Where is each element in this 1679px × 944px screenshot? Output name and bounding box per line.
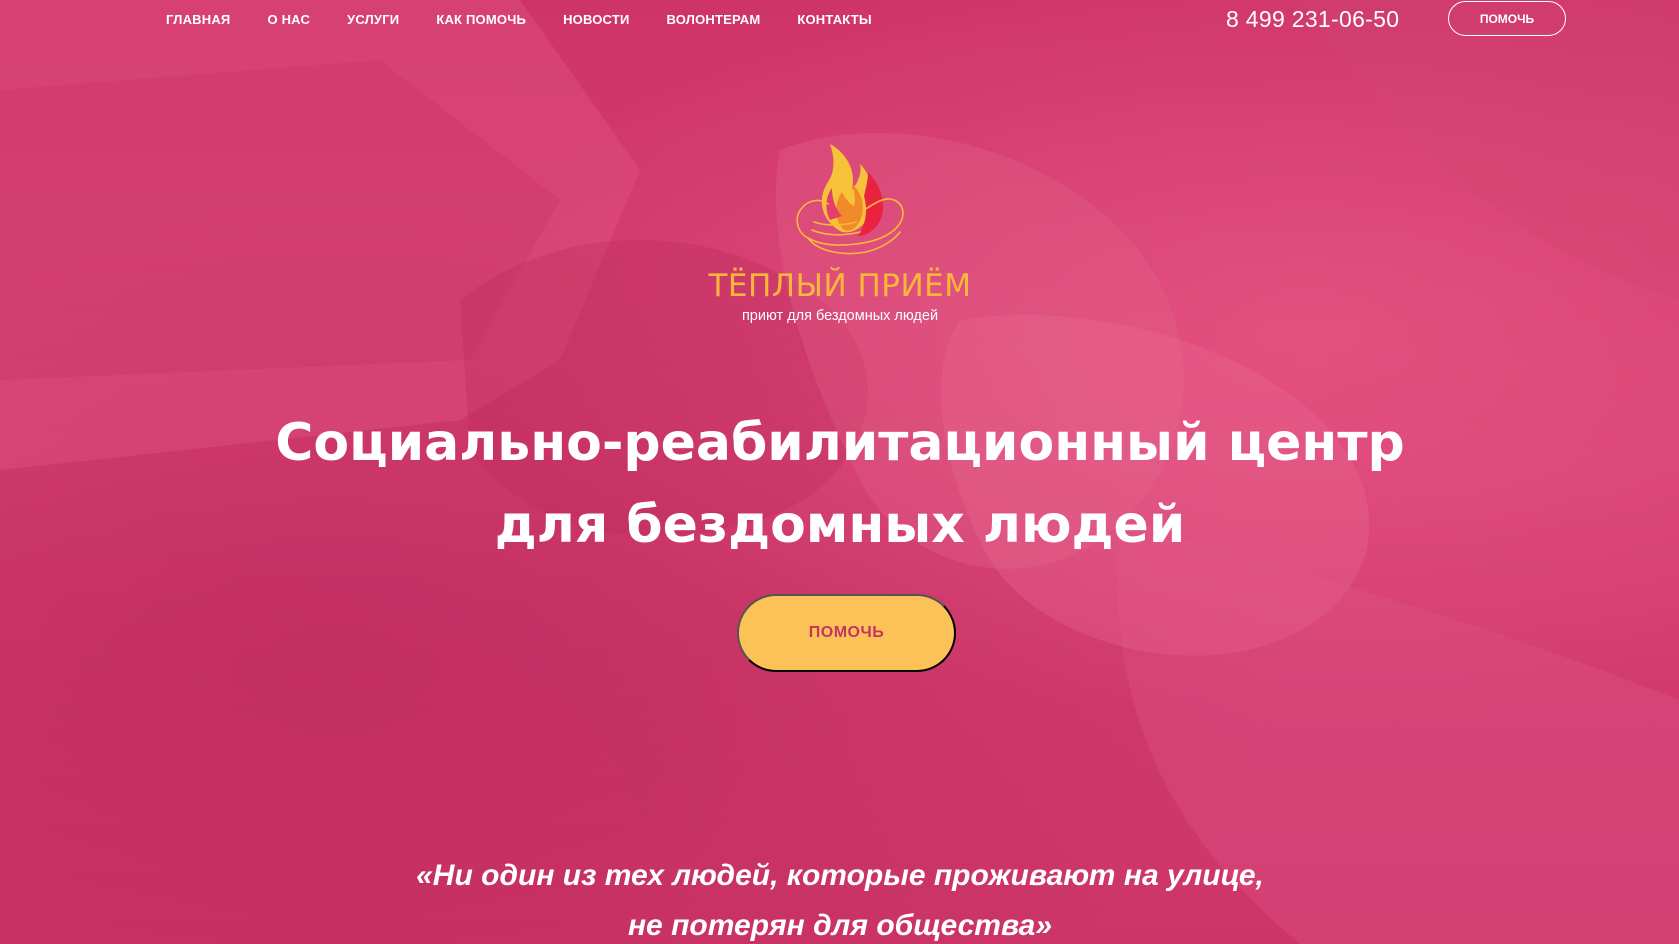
nav-link-home[interactable]: ГЛАВНАЯ xyxy=(166,12,230,27)
nav-links: ГЛАВНАЯ О НАС УСЛУГИ КАК ПОМОЧЬ НОВОСТИ … xyxy=(166,12,909,27)
flame-in-hands-icon xyxy=(796,144,904,255)
hero-heading-line-1: Социально-реабилитационный центр xyxy=(275,413,1405,473)
nav-link-services[interactable]: УСЛУГИ xyxy=(347,12,399,27)
nav-link-how-to-help[interactable]: КАК ПОМОЧЬ xyxy=(436,12,526,27)
phone-number[interactable]: 8 499 231-06-50 xyxy=(1226,6,1399,33)
hero-quote-line-1: «Ни один из тех людей, которые проживают… xyxy=(416,859,1264,892)
hero-quote: «Ни один из тех людей, которые проживают… xyxy=(240,851,1440,944)
nav-link-news[interactable]: НОВОСТИ xyxy=(563,12,629,27)
top-navigation: ГЛАВНАЯ О НАС УСЛУГИ КАК ПОМОЧЬ НОВОСТИ … xyxy=(0,0,1679,44)
help-button-header[interactable]: ПОМОЧЬ xyxy=(1448,1,1566,36)
logo-title: ТЁПЛЫЙ ПРИЁМ xyxy=(708,268,972,304)
nav-link-contacts[interactable]: КОНТАКТЫ xyxy=(797,12,871,27)
nav-link-volunteers[interactable]: ВОЛОНТЕРАМ xyxy=(667,12,761,27)
hero-heading: Социально-реабилитационный центр для без… xyxy=(180,402,1500,566)
hero-heading-line-2: для бездомных людей xyxy=(494,495,1186,555)
help-button-hero[interactable]: ПОМОЧЬ xyxy=(737,594,956,672)
nav-link-about[interactable]: О НАС xyxy=(267,12,310,27)
logo-subtitle: приют для бездомных людей xyxy=(741,308,939,324)
hero-quote-line-2: не потерян для общества» xyxy=(627,909,1053,942)
site-logo[interactable]: ТЁПЛЫЙ ПРИЁМ приют для бездомных людей xyxy=(700,112,980,332)
